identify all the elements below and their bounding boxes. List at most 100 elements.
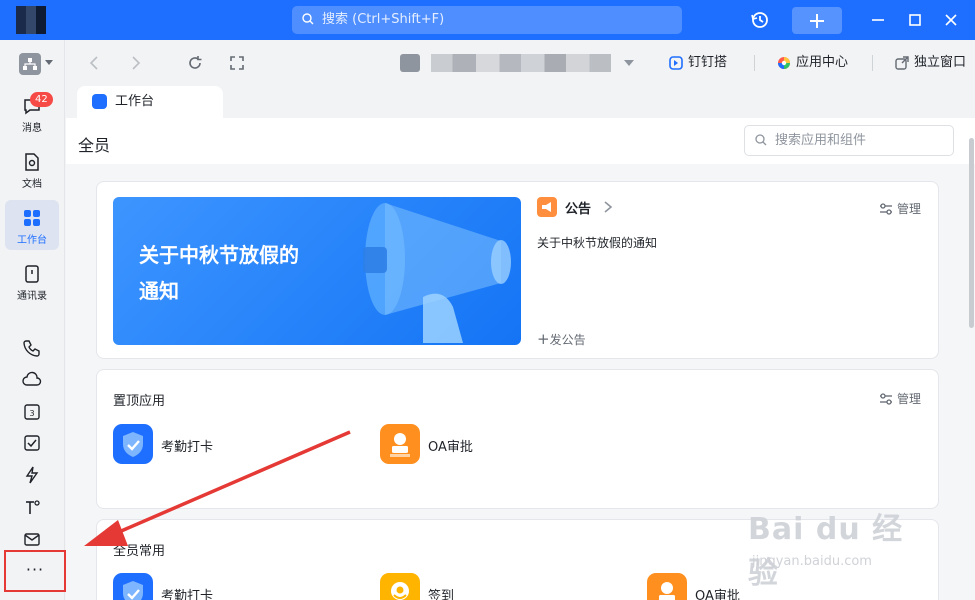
app-search-placeholder: 搜索应用和组件 [775, 133, 867, 148]
back-icon[interactable] [86, 54, 104, 72]
minimize-icon[interactable] [868, 10, 888, 30]
announcement-item[interactable]: 关于中秋节放假的通知 [537, 234, 657, 251]
megaphone-icon [537, 197, 557, 217]
workbench-tab-icon [92, 94, 107, 109]
section-title: 置顶应用 [113, 394, 166, 409]
megaphone-illustration [363, 203, 511, 343]
section-title: 全员常用 [113, 544, 166, 559]
plus-icon [810, 14, 824, 28]
lightning-icon[interactable] [22, 465, 42, 485]
refresh-icon[interactable] [186, 54, 204, 72]
unread-badge: 42 [30, 92, 53, 107]
checkbox-icon[interactable] [22, 433, 42, 453]
dingda-label: 钉钉搭 [688, 55, 728, 70]
watermark-logo: Bai du 经验 [748, 512, 904, 591]
chevron-down-icon[interactable] [45, 60, 53, 65]
rail-item-label: 消息 [22, 123, 42, 134]
more-apps-button[interactable]: ··· [4, 550, 66, 592]
document-icon [25, 153, 39, 171]
banner-line: 通知 [139, 279, 179, 303]
app-logo [16, 6, 46, 34]
divider [754, 55, 755, 71]
app-label: OA审批 [428, 440, 473, 455]
tool-icon[interactable] [22, 497, 42, 517]
standalone-window-link[interactable]: 独立窗口 [894, 53, 966, 73]
standalone-window-label: 独立窗口 [914, 55, 967, 70]
watermark: Bai du 经验 jingyan.baidu.com [748, 498, 924, 591]
app-attendance[interactable]: 考勤打卡 [113, 424, 313, 464]
manage-pinned-button[interactable]: 管理 [879, 390, 921, 407]
navigation-bar: 钉钉搭 应用中心 独立窗口 [66, 40, 975, 86]
scrollbar[interactable] [969, 138, 974, 328]
search-icon [302, 13, 314, 25]
app-center-icon [778, 57, 790, 69]
organization-icon[interactable] [19, 53, 41, 75]
manage-announcement-button[interactable]: 管理 [879, 200, 921, 217]
dingda-link[interactable]: 钉钉搭 [668, 53, 727, 73]
rail-item-workbench[interactable]: 工作台 [5, 200, 59, 250]
organization-name-blurred[interactable] [431, 54, 611, 72]
rail-item-docs[interactable]: 文档 [5, 144, 59, 194]
phone-icon[interactable] [22, 338, 42, 358]
dingda-icon [669, 56, 683, 70]
tab-workbench[interactable]: 工作台 [77, 86, 223, 118]
calendar-icon[interactable]: 3 [22, 401, 42, 421]
stamp-icon [380, 424, 420, 464]
check-in-pin-icon [380, 573, 420, 600]
rail-item-label: 通讯录 [17, 291, 47, 302]
create-button[interactable] [792, 7, 842, 34]
post-announcement-label: 发公告 [549, 333, 586, 347]
search-icon [755, 134, 767, 146]
global-search-placeholder: 搜索 (Ctrl+Shift+F) [322, 12, 445, 27]
attendance-shield-icon [113, 573, 153, 600]
banner-line: 关于中秋节放假的 [139, 243, 299, 267]
divider [872, 55, 873, 71]
app-attendance[interactable]: 考勤打卡 [113, 573, 313, 600]
contacts-icon [25, 265, 39, 283]
tab-label: 工作台 [115, 94, 155, 109]
close-icon[interactable] [941, 10, 961, 30]
app-label: 考勤打卡 [161, 440, 214, 455]
chevron-right-icon[interactable] [603, 200, 613, 214]
app-label: 签到 [428, 589, 455, 600]
app-oa-approval[interactable]: OA审批 [380, 424, 580, 464]
mail-icon[interactable] [22, 529, 42, 549]
maximize-icon[interactable] [905, 10, 925, 30]
external-window-icon [895, 56, 909, 70]
settings-sliders-icon [880, 393, 892, 405]
forward-icon[interactable] [126, 54, 144, 72]
global-search-input[interactable]: 搜索 (Ctrl+Shift+F) [292, 6, 682, 34]
rail-item-label: 工作台 [17, 235, 47, 246]
app-center-link[interactable]: 应用中心 [776, 53, 848, 73]
banner-text: 关于中秋节放假的 通知 [139, 237, 339, 309]
more-icon: ··· [25, 560, 45, 579]
announcement-title[interactable]: 公告 [565, 198, 591, 217]
app-check-in[interactable]: 签到 [380, 573, 580, 600]
history-icon[interactable] [750, 10, 770, 30]
organization-chip-icon[interactable] [400, 54, 420, 72]
settings-sliders-icon [880, 203, 892, 215]
stamp-icon [647, 573, 687, 600]
grid-icon [24, 210, 40, 226]
app-label: OA审批 [695, 589, 740, 600]
rail-item-label: 文档 [22, 179, 42, 190]
announcement-card: 关于中秋节放假的 通知 公告 关于中秋节放假的通知 +发公告 管理 [96, 181, 939, 359]
post-announcement-button[interactable]: +发公告 [537, 330, 586, 348]
attendance-shield-icon [113, 424, 153, 464]
title-bar: 搜索 (Ctrl+Shift+F) [0, 0, 975, 40]
page-title: 全员 [78, 136, 111, 155]
app-label: 考勤打卡 [161, 589, 214, 600]
app-search-input[interactable]: 搜索应用和组件 [744, 125, 954, 156]
left-rail: 消息 文档 工作台 通讯录 42 3 [0, 40, 65, 600]
pinned-apps-card: 置顶应用 管理 考勤打卡 OA审批 [96, 369, 939, 509]
watermark-url: jingyan.baidu.com [752, 554, 872, 569]
cloud-icon[interactable] [22, 370, 42, 390]
fullscreen-icon[interactable] [228, 54, 246, 72]
announcement-banner[interactable]: 关于中秋节放假的 通知 [113, 197, 521, 345]
app-center-label: 应用中心 [796, 55, 849, 70]
manage-label: 管理 [897, 202, 922, 216]
plus-icon: + [537, 330, 550, 348]
manage-label: 管理 [897, 392, 922, 406]
rail-item-contacts[interactable]: 通讯录 [5, 256, 59, 306]
chevron-down-icon[interactable] [624, 60, 634, 66]
